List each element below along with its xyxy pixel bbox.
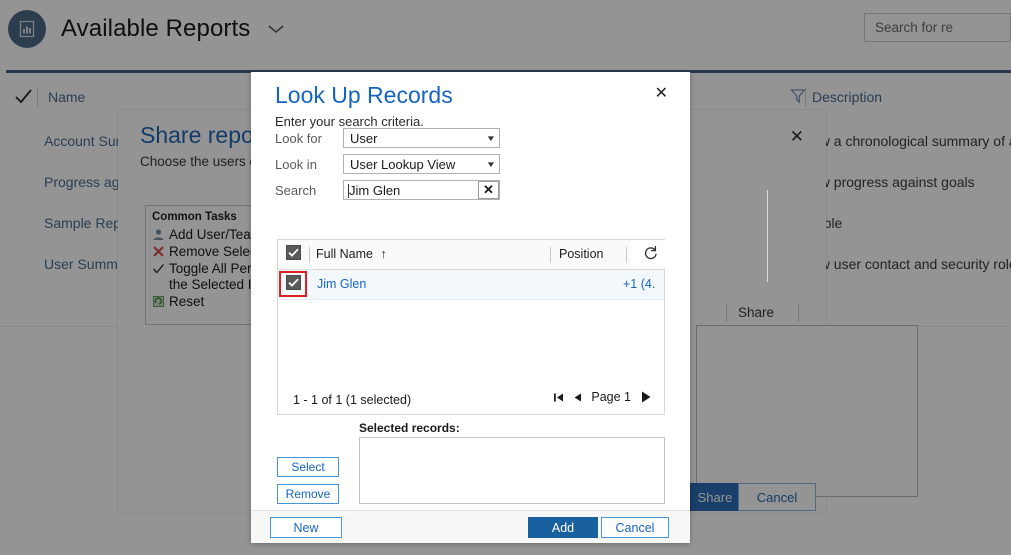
search-value: Jim Glen [344,183,400,198]
section-divider [767,190,768,282]
clear-search-icon[interactable]: ✕ [478,181,499,199]
first-page-icon[interactable] [553,392,564,403]
row-position: +1 (4. [623,277,655,291]
grid-header-row: Full Name ↑ Position [278,240,664,270]
select-all-checkbox[interactable] [286,245,301,260]
grid-pager: 1 - 1 of 1 (1 selected) Page 1 [277,386,665,415]
selection-highlight-box [279,271,307,297]
look-for-value: User [350,131,377,146]
look-in-select[interactable]: User Lookup View ▼ [343,154,500,174]
column-divider [309,247,310,263]
look-in-value: User Lookup View [350,157,455,172]
close-icon[interactable]: ✕ [655,86,668,102]
prev-page-icon[interactable] [573,392,582,403]
search-input[interactable]: Jim Glen ✕ [343,180,500,200]
select-button[interactable]: Select [277,457,339,477]
table-row[interactable]: Jim Glen +1 (4. [278,270,664,300]
column-full-name[interactable]: Full Name ↑ [316,247,387,261]
chevron-down-icon: ▼ [486,160,496,169]
cancel-button[interactable]: Cancel [601,517,669,538]
pager-count-text: 1 - 1 of 1 (1 selected) [293,393,411,407]
grid-empty-area [278,300,664,384]
search-label: Search [275,183,343,198]
pager-page-label: Page 1 [591,390,631,404]
column-divider [626,247,627,263]
search-field-row: Search Jim Glen ✕ [275,180,500,200]
selected-records-box[interactable] [359,437,665,504]
column-position[interactable]: Position [559,247,603,261]
look-in-label: Look in [275,157,343,172]
lookup-dialog-subtitle: Enter your search criteria. [275,114,424,129]
column-full-name-label: Full Name [316,247,373,261]
look-for-field-row: Look for User ▼ [275,128,500,148]
lookup-dialog-title: Look Up Records [275,82,453,109]
remove-button[interactable]: Remove [277,484,339,504]
look-for-label: Look for [275,131,343,146]
look-in-field-row: Look in User Lookup View ▼ [275,154,500,174]
add-button[interactable]: Add [528,517,598,538]
column-divider [550,247,551,263]
refresh-icon[interactable] [642,245,659,267]
selected-records-label: Selected records: [359,421,460,435]
sort-ascending-icon: ↑ [380,247,386,261]
text-caret [348,184,349,198]
new-button[interactable]: New [270,517,342,538]
pager-navigation: Page 1 [553,390,652,404]
look-for-select[interactable]: User ▼ [343,128,500,148]
next-page-icon[interactable] [640,390,652,404]
row-full-name[interactable]: Jim Glen [317,277,366,291]
chevron-down-icon: ▼ [486,134,496,143]
